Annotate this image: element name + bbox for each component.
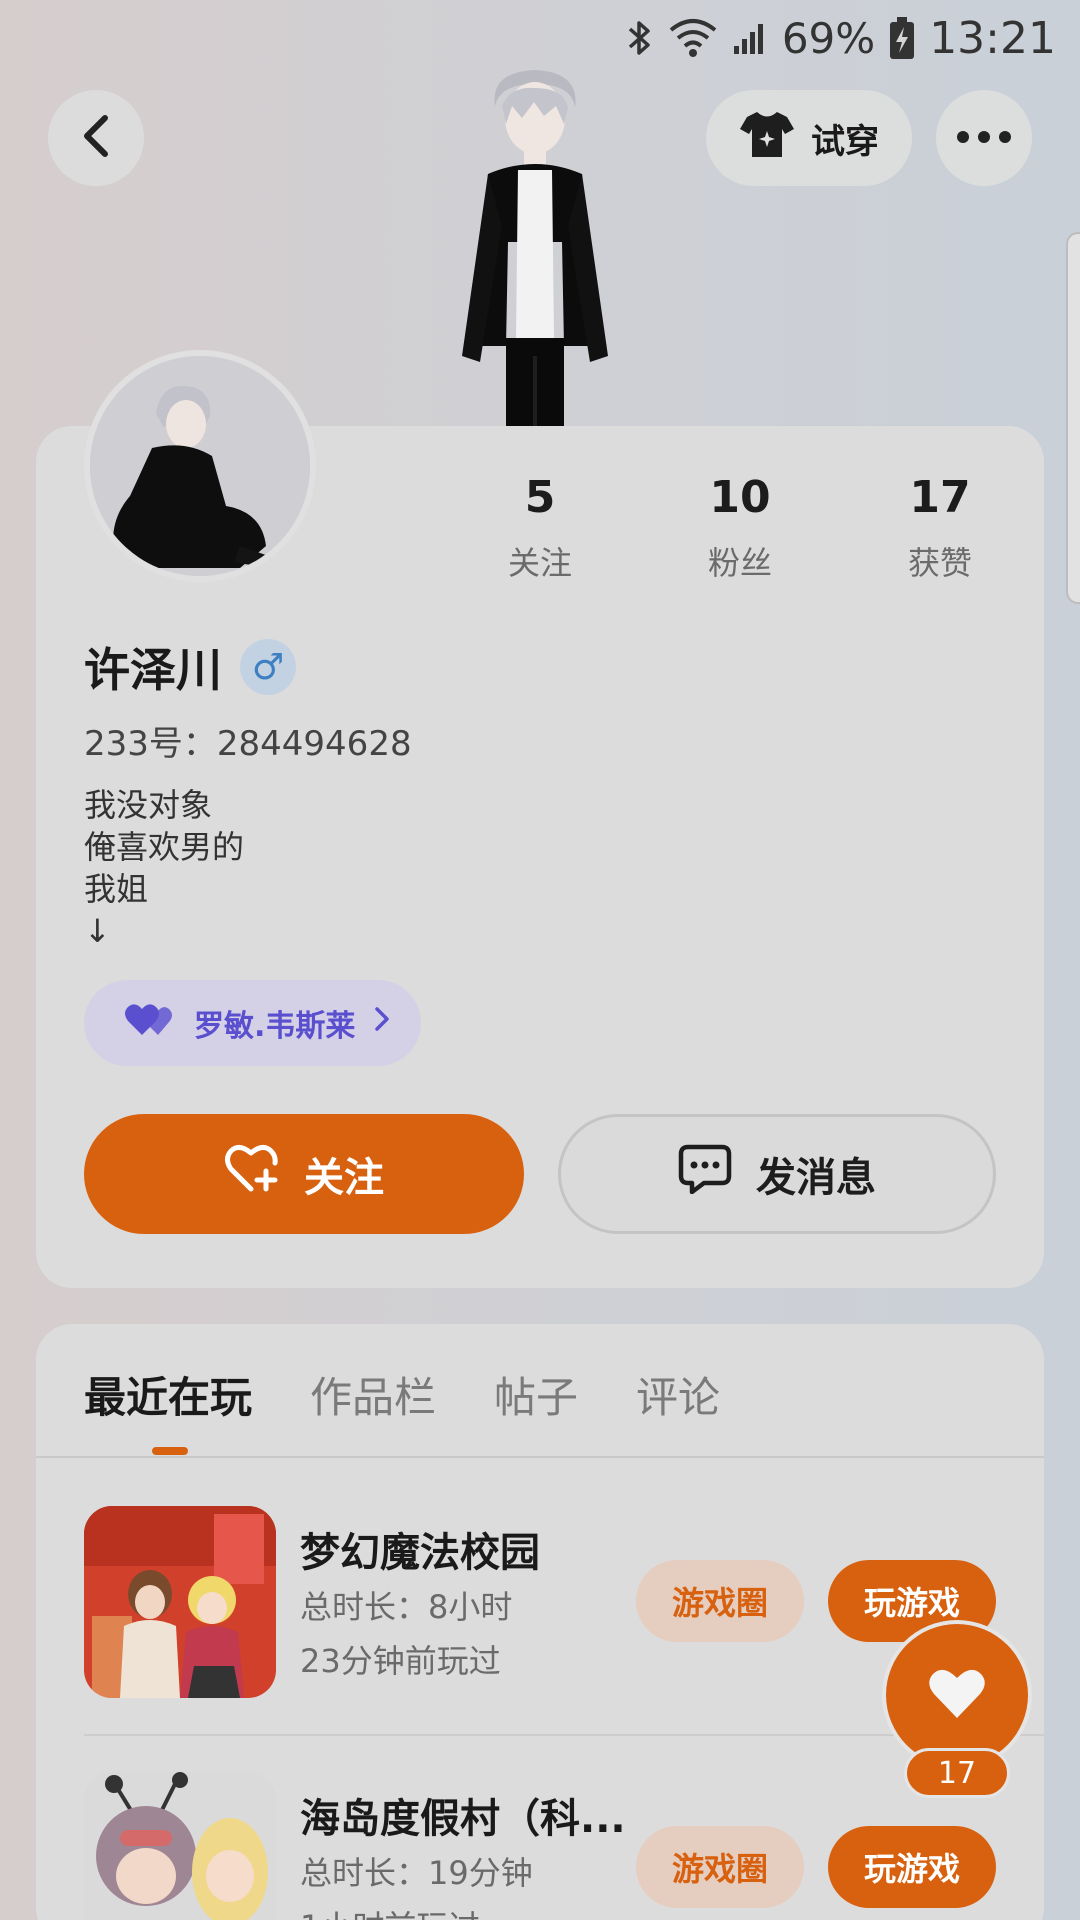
game-thumbnail[interactable] [84, 1506, 276, 1698]
profile-stats: 5 关注 10 粉丝 17 获赞 [440, 468, 1040, 584]
try-on-label: 试穿 [811, 121, 879, 162]
profile-name: 许泽川 [84, 643, 222, 697]
partner-name: 罗敏.韦斯莱 [194, 1009, 356, 1044]
double-heart-icon [124, 1001, 176, 1045]
more-options-button[interactable] [936, 90, 1032, 186]
game-thumbnail[interactable] [84, 1772, 276, 1920]
clock: 13:21 [929, 12, 1056, 64]
partner-chip[interactable]: 罗敏.韦斯莱 [84, 980, 422, 1066]
game-last-played: 1小时前玩过 [300, 1902, 480, 1920]
tab-posts[interactable]: 帖子 [494, 1364, 578, 1425]
status-bar: 69% 13:21 [626, 0, 1056, 76]
bio-line: ↓ [84, 912, 111, 950]
tabs-divider [36, 1456, 1044, 1458]
bio-line: 我姐 [84, 870, 149, 908]
character-figure [440, 66, 630, 426]
list-item[interactable]: 海岛度假村（科... 总时长：19分钟 1小时前玩过 游戏圈 玩游戏 [84, 1772, 1044, 1920]
like-button[interactable] [886, 1624, 1028, 1766]
play-game-button[interactable]: 玩游戏 [828, 1826, 996, 1908]
send-message-label: 发消息 [756, 1155, 876, 1201]
more-dots-icon [956, 129, 1012, 148]
send-message-button[interactable]: 发消息 [558, 1114, 996, 1234]
active-tab-indicator [152, 1447, 188, 1455]
male-gender-icon: ♂ [240, 639, 296, 695]
chevron-right-icon [373, 1005, 391, 1041]
tab-recently-played[interactable]: 最近在玩 [84, 1364, 252, 1425]
stat-likes: 17 获赞 [840, 468, 1040, 584]
game-duration: 总时长：8小时 [300, 1588, 513, 1626]
stat-likes-count: 17 [909, 472, 971, 523]
name-row: 许泽川 ♂ [84, 634, 296, 700]
battery-percent: 69% [781, 13, 876, 63]
stat-following-label: 关注 [507, 544, 572, 582]
profile-bio: 我没对象 俺喜欢男的 我姐 ↓ [84, 784, 244, 952]
stat-following-count: 5 [524, 472, 556, 523]
heart-icon [927, 1666, 987, 1724]
game-circle-button[interactable]: 游戏圈 [636, 1560, 804, 1642]
side-drawer-handle[interactable] [1066, 232, 1080, 604]
like-count-badge: 17 [904, 1748, 1010, 1798]
signal-icon [732, 20, 768, 56]
profile-avatar[interactable] [84, 350, 316, 582]
chat-bubble-icon [678, 1144, 732, 1204]
profile-uid: 233号：284494628 [84, 724, 412, 764]
game-title: 梦幻魔法校园 [300, 1530, 540, 1576]
follow-label: 关注 [304, 1155, 384, 1201]
stat-followers-count: 10 [709, 472, 771, 523]
game-duration: 总时长：19分钟 [300, 1854, 533, 1892]
bio-line: 俺喜欢男的 [84, 828, 245, 866]
heart-plus-icon [224, 1143, 280, 1205]
tab-works[interactable]: 作品栏 [310, 1364, 436, 1425]
game-circle-button[interactable]: 游戏圈 [636, 1826, 804, 1908]
back-button[interactable] [48, 90, 144, 186]
game-title: 海岛度假村（科... [300, 1796, 626, 1842]
bluetooth-icon [626, 17, 654, 59]
tshirt-icon [739, 109, 795, 168]
stat-followers[interactable]: 10 粉丝 [640, 468, 840, 584]
game-last-played: 23分钟前玩过 [300, 1642, 501, 1680]
stat-following[interactable]: 5 关注 [440, 468, 640, 584]
follow-button[interactable]: 关注 [84, 1114, 524, 1234]
wifi-icon [668, 18, 718, 58]
stat-followers-label: 粉丝 [707, 544, 772, 582]
stat-likes-label: 获赞 [907, 544, 972, 582]
tab-comments[interactable]: 评论 [636, 1364, 720, 1425]
bio-line: 我没对象 [84, 786, 213, 824]
try-on-button[interactable]: 试穿 [706, 90, 912, 186]
chevron-left-icon [79, 114, 113, 162]
battery-charging-icon [889, 16, 915, 60]
profile-tabs: 最近在玩 作品栏 帖子 评论 [84, 1364, 720, 1425]
